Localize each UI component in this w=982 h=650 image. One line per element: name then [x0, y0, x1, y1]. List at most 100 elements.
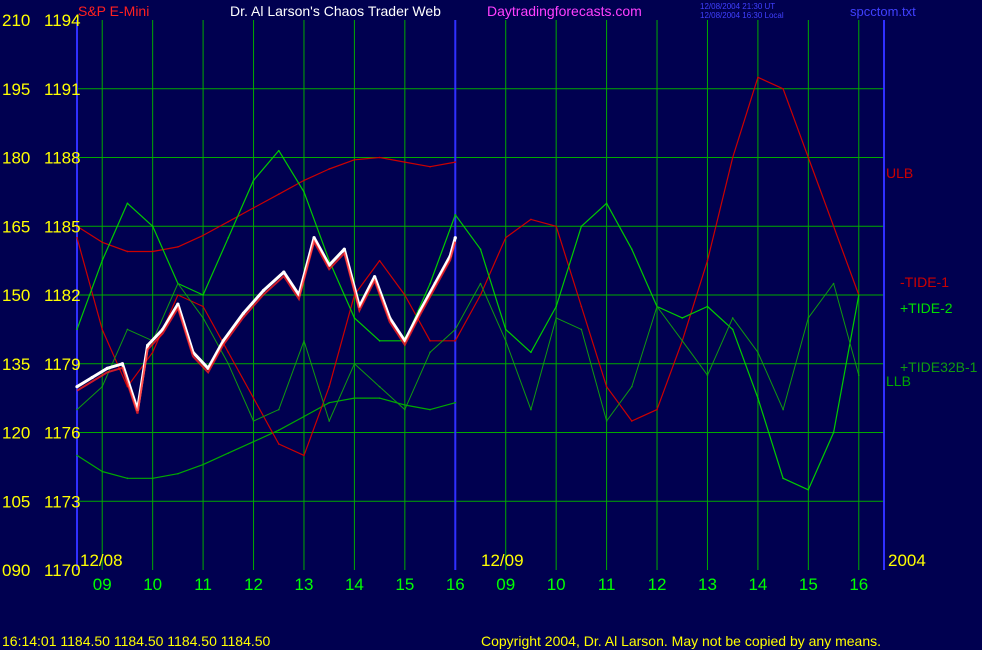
series-point-1: [277, 429, 280, 432]
series-point-5: [342, 247, 346, 251]
series-point-1: [252, 440, 255, 443]
series-line-2: [76, 76, 860, 456]
series-point-5: [75, 385, 79, 389]
series-point-5: [120, 362, 124, 366]
left-scale-tick: 210: [2, 11, 30, 30]
series-point-2: [177, 294, 179, 296]
footer-quote: 16:14:01 1184.50 1184.50 1184.50 1184.50: [2, 633, 271, 649]
x-tick-label: 16: [446, 575, 465, 594]
footer-copyright: Copyright 2004, Dr. Al Larson. May not b…: [481, 633, 881, 649]
left-scale-tick: 195: [2, 80, 30, 99]
series-point-4: [227, 362, 230, 365]
series-point-2: [706, 259, 709, 262]
series-point-3: [757, 397, 759, 399]
series-point-1: [202, 463, 204, 466]
series-point-2: [479, 294, 482, 296]
series-point-5: [262, 288, 266, 293]
series-point-3: [681, 317, 684, 319]
x-tick-label: 10: [143, 575, 162, 594]
series-layer: [75, 76, 860, 491]
series-point-4: [681, 340, 684, 342]
series-point-0: [404, 161, 406, 163]
series-point-4: [378, 385, 381, 388]
series-point-4: [353, 362, 356, 365]
price-tick: 1173: [44, 492, 81, 511]
series-point-4: [101, 385, 104, 388]
series-point-0: [353, 158, 356, 161]
series-label: ULB: [886, 165, 913, 181]
series-point-2: [605, 385, 608, 388]
price-low-trace: [76, 239, 457, 414]
site-link: Daytradingforecasts.com: [487, 3, 642, 19]
series-point-1: [353, 397, 356, 399]
date-label-year: 2004: [888, 551, 926, 570]
x-tick-label: 12: [244, 575, 263, 594]
series-point-5: [90, 375, 94, 380]
series-point-3: [303, 191, 305, 193]
series-point-3: [631, 248, 633, 250]
series-point-2: [656, 408, 658, 411]
price-tick: 1191: [44, 80, 81, 99]
series-point-4: [530, 408, 532, 411]
series-label: +TIDE32B-1: [900, 359, 978, 375]
series-point-5: [453, 236, 457, 240]
series-point-4: [328, 420, 330, 422]
series-point-2: [429, 340, 431, 342]
series-point-3: [782, 477, 784, 480]
price-tick: 1185: [44, 217, 81, 236]
series-point-2: [504, 236, 507, 239]
series-point-4: [731, 317, 734, 319]
series-point-0: [202, 234, 204, 237]
series-point-2: [303, 454, 305, 457]
series-point-2: [631, 420, 633, 422]
left-scale-tick: 120: [2, 424, 30, 443]
series-point-3: [76, 328, 78, 331]
series-point-4: [303, 340, 305, 342]
series-point-4: [605, 420, 608, 422]
series-point-0: [303, 179, 305, 182]
series-point-0: [328, 168, 330, 170]
series-point-4: [76, 408, 78, 411]
series-label: -TIDE-1: [900, 274, 949, 290]
series-point-5: [312, 236, 316, 240]
series-point-1: [126, 477, 129, 480]
series-line-0: [76, 156, 456, 253]
series-point-3: [731, 328, 734, 331]
series-point-0: [126, 250, 129, 253]
series-point-2: [404, 294, 406, 296]
series-point-5: [105, 366, 109, 370]
chart: 210 1194 195 1191 180 1188 165 1185 150 1182 135 11…: [2, 2, 978, 649]
x-tick-label: 11: [194, 575, 212, 594]
left-scale-tick: 180: [2, 149, 30, 168]
left-scale-tick: 105: [2, 492, 30, 511]
series-point-1: [303, 415, 305, 418]
series-point-1: [404, 404, 406, 406]
series-point-4: [504, 340, 507, 342]
x-tick-label: 09: [496, 575, 515, 594]
left-scale-tick: 165: [2, 217, 30, 236]
series-point-2: [328, 385, 330, 388]
price-tick: 1188: [44, 149, 81, 168]
series-label: LLB: [886, 373, 911, 389]
x-tick-label: 15: [799, 575, 818, 594]
series-point-2: [807, 156, 810, 159]
series-point-4: [479, 282, 482, 285]
series-point-0: [101, 241, 104, 244]
left-scale-tick: 135: [2, 355, 30, 374]
series-point-2: [378, 259, 381, 262]
series-point-0: [252, 207, 255, 209]
series-point-2: [252, 397, 255, 399]
x-tick-label: 14: [345, 575, 364, 594]
series-point-0: [454, 161, 457, 163]
x-tick-label: 09: [93, 575, 112, 594]
date-label-mid: 12/09: [481, 551, 524, 570]
left-scale-tick: 090: [2, 561, 30, 580]
series-point-1: [429, 408, 431, 411]
series-point-3: [504, 328, 507, 331]
series-point-3: [101, 259, 104, 262]
label-layer: 210 1194 195 1191 180 1188 165 1185 150 1182 135 11…: [2, 2, 978, 649]
series-point-5: [372, 275, 377, 279]
series-point-3: [126, 202, 129, 205]
x-tick-label: 14: [748, 575, 767, 594]
price-tick: 1179: [44, 355, 81, 374]
